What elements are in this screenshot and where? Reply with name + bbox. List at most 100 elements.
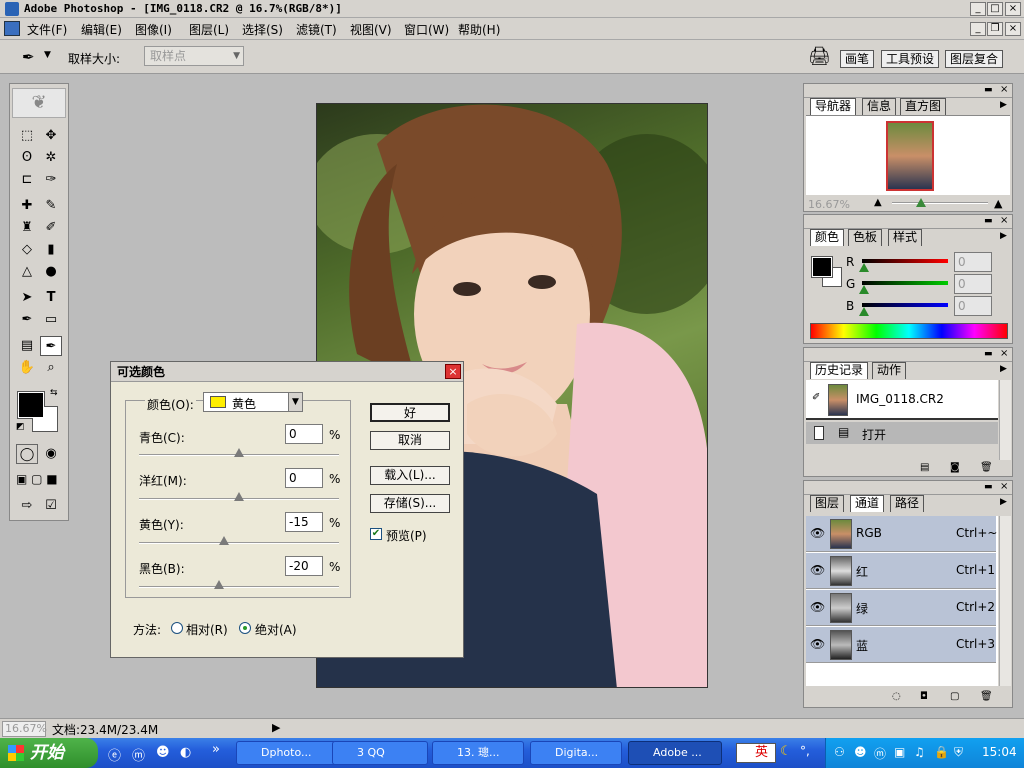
eye-icon[interactable]: 👁	[810, 637, 825, 651]
standard-mode-icon[interactable]: ◯	[16, 444, 38, 464]
history-brush-source-icon[interactable]: ✐	[812, 392, 820, 403]
zoom-tool-icon[interactable]: ⌕	[40, 358, 62, 378]
load-button[interactable]: 载入(L)...	[370, 466, 450, 485]
swap-colors-icon[interactable]: ⇆	[50, 388, 58, 398]
red-slider-thumb[interactable]	[859, 263, 869, 272]
black-slider-thumb[interactable]	[214, 580, 224, 589]
tray-qq-icon[interactable]: ☻	[854, 745, 867, 759]
green-ramp[interactable]	[862, 281, 948, 285]
screen-mode-icons[interactable]: ▣ ▢ ■	[16, 472, 58, 486]
tray-messenger-icon[interactable]: ⓜ	[874, 745, 886, 762]
navigator-slider[interactable]	[892, 202, 988, 204]
panel-minimize-icon[interactable]: ▬	[984, 85, 993, 95]
magenta-slider-thumb[interactable]	[234, 492, 244, 501]
palette-well-icon[interactable]: 🖨	[808, 46, 831, 67]
task-qq[interactable]: 3 QQ	[332, 741, 428, 765]
green-slider-thumb[interactable]	[859, 285, 869, 294]
menu-view[interactable]: 视图(V)	[350, 21, 392, 38]
foreground-color-swatch-top[interactable]	[18, 392, 44, 418]
tab-info[interactable]: 信息	[862, 98, 897, 115]
dodge-tool-icon[interactable]: ●	[40, 262, 62, 282]
color-select[interactable]: 黄色 ▼	[203, 392, 303, 412]
hand-tool-icon[interactable]: ✋	[16, 358, 38, 378]
gradient-tool-icon[interactable]: ▮	[40, 240, 62, 260]
channel-row[interactable]: 👁 红 Ctrl+1	[806, 553, 996, 589]
ime-punct-icon[interactable]: °,	[800, 744, 810, 758]
magic-wand-tool-icon[interactable]: ✲	[40, 148, 62, 168]
panel-close-icon[interactable]: ×	[1000, 84, 1008, 95]
doc-minimize-icon[interactable]: _	[970, 22, 986, 36]
media-icon[interactable]: ◐	[180, 745, 191, 760]
blue-slider-thumb[interactable]	[859, 307, 869, 316]
type-tool-icon[interactable]: T	[40, 288, 62, 308]
tab-navigator[interactable]: 导航器	[810, 98, 857, 115]
task-music[interactable]: 13. 璁...	[432, 741, 524, 765]
eraser-tool-icon[interactable]: ◇	[16, 240, 38, 260]
ok-button[interactable]: 好	[370, 403, 450, 422]
history-state-row[interactable]: ▤ 打开	[806, 422, 998, 444]
channels-scrollbar[interactable]	[999, 516, 1011, 686]
maximize-icon[interactable]: □	[987, 2, 1003, 16]
tab-paths[interactable]: 路径	[890, 495, 925, 512]
tab-brushes[interactable]: 画笔	[840, 50, 875, 68]
tray-volume-icon[interactable]: ♫	[914, 745, 925, 759]
channel-row[interactable]: 👁 RGB Ctrl+~	[806, 516, 997, 552]
panel-close-icon[interactable]: ×	[1000, 348, 1008, 359]
shape-tool-icon[interactable]: ▭	[40, 310, 62, 330]
panel-close-icon[interactable]: ×	[1000, 481, 1008, 492]
tab-actions[interactable]: 动作	[872, 362, 907, 379]
eye-icon[interactable]: 👁	[810, 563, 825, 577]
doc-close-icon[interactable]: ×	[1005, 22, 1021, 36]
tab-channels[interactable]: 通道	[850, 495, 885, 512]
eye-icon[interactable]: 👁	[810, 526, 825, 540]
new-document-from-state-icon[interactable]: ▤	[920, 462, 929, 473]
notes-tool-icon[interactable]: ▤	[16, 336, 38, 356]
history-brush-tool-icon[interactable]: ✐	[40, 218, 62, 238]
menu-layer[interactable]: 图层(L)	[189, 21, 229, 38]
path-selection-tool-icon[interactable]: ➤	[16, 288, 38, 308]
task-photoshop[interactable]: Adobe ...	[628, 741, 722, 765]
menu-help[interactable]: 帮助(H)	[458, 21, 500, 38]
channel-row[interactable]: 👁 绿 Ctrl+2	[806, 590, 996, 626]
zoom-in-icon[interactable]: ▲	[994, 197, 1002, 210]
cancel-button[interactable]: 取消	[370, 431, 450, 450]
blue-value-field[interactable]: 0	[954, 296, 992, 316]
yellow-slider-thumb[interactable]	[219, 536, 229, 545]
imageready-icon[interactable]: ☑	[40, 496, 62, 516]
relative-radio[interactable]	[171, 622, 183, 634]
blue-ramp[interactable]	[862, 303, 948, 307]
tab-color[interactable]: 颜色	[810, 229, 845, 246]
status-zoom-field[interactable]: 16.67%	[2, 721, 47, 737]
cyan-slider-thumb[interactable]	[234, 448, 244, 457]
new-channel-icon[interactable]: ▢	[950, 691, 959, 702]
messenger-icon[interactable]: ⓜ	[132, 745, 145, 764]
jump-to-imageready-icon[interactable]: ⇨	[16, 496, 38, 516]
healing-brush-tool-icon[interactable]: ✚	[16, 196, 38, 216]
eyedropper-tool-icon[interactable]: ✒	[22, 48, 35, 66]
navigator-zoom[interactable]: 16.67%	[808, 198, 850, 211]
crop-tool-icon[interactable]: ⊏	[16, 170, 38, 190]
menu-image[interactable]: 图像(I)	[135, 21, 172, 38]
tray-network-icon[interactable]: ⚇	[834, 745, 845, 759]
magenta-value-field[interactable]: 0	[285, 468, 323, 488]
tray-display-icon[interactable]: ▣	[894, 745, 905, 759]
tab-styles[interactable]: 样式	[888, 229, 923, 246]
navigator-slider-thumb[interactable]	[916, 198, 926, 207]
save-selection-channel-icon[interactable]: ◘	[920, 691, 928, 702]
menu-window[interactable]: 窗口(W)	[404, 21, 449, 38]
panel-menu-icon[interactable]: ▶	[1000, 231, 1007, 241]
ime-moon-icon[interactable]: ☾	[780, 744, 792, 759]
move-tool-icon[interactable]: ✥	[40, 126, 62, 146]
save-button[interactable]: 存储(S)...	[370, 494, 450, 513]
tab-layers[interactable]: 图层	[810, 495, 845, 512]
tab-history[interactable]: 历史记录	[810, 362, 869, 379]
tab-histogram[interactable]: 直方图	[900, 98, 947, 115]
ie-icon[interactable]: ⓔ	[108, 745, 121, 764]
black-value-field[interactable]: -20	[285, 556, 323, 576]
qq-icon[interactable]: ☻	[156, 745, 170, 760]
history-scrollbar[interactable]	[999, 380, 1011, 460]
feather-logo-icon[interactable]: ❦	[12, 88, 66, 118]
history-state-checkbox[interactable]	[814, 426, 824, 440]
red-value-field[interactable]: 0	[954, 252, 992, 272]
panel-menu-icon[interactable]: ▶	[1000, 497, 1007, 507]
